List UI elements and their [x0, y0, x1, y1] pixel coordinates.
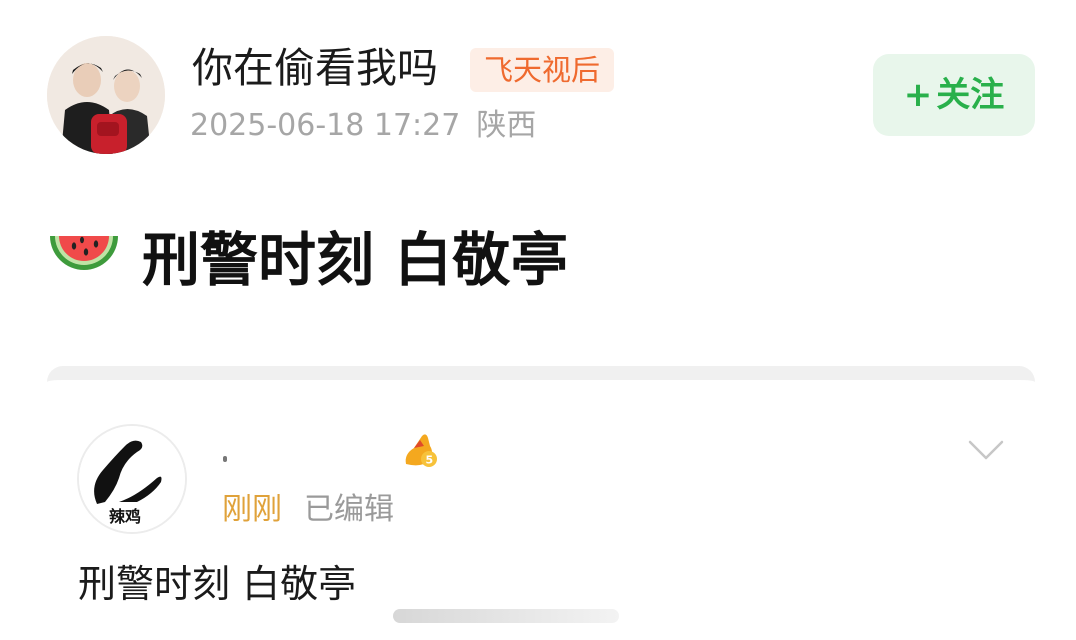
avatar-label: 辣鸡	[109, 507, 141, 526]
post-content: 刑警时刻 白敬亭	[142, 226, 569, 294]
svg-text:5: 5	[426, 454, 434, 467]
post-meta: 2025-06-18 17:27 陕西	[190, 106, 536, 146]
post-timestamp: 2025-06-18 17:27	[190, 108, 461, 143]
avatar-chicken-drawing: 辣鸡	[79, 426, 185, 532]
avatar-photo	[47, 36, 165, 154]
quoted-content: 刑警时刻 白敬亭	[78, 562, 357, 606]
user-avatar[interactable]	[47, 36, 165, 154]
quoted-meta: 刚刚 已编辑	[222, 490, 394, 530]
level-5-badge-icon: 5	[405, 434, 437, 467]
quoted-username[interactable]	[223, 456, 227, 462]
plus-icon: +	[903, 75, 933, 115]
quoted-user-avatar[interactable]: 辣鸡	[77, 424, 187, 534]
title-badge: 飞天视后	[470, 48, 615, 92]
weibo-post-page: 你在偷看我吗 飞天视后 2025-06-18 17:27 陕西 + 关注 刑警时刻 …	[0, 0, 1076, 640]
edited-label[interactable]: 已编辑	[304, 492, 394, 527]
chevron-down-icon[interactable]	[966, 434, 1006, 464]
post-location: 陕西	[476, 108, 537, 143]
follow-label: 关注	[936, 75, 1005, 115]
follow-button[interactable]: + 关注	[873, 54, 1035, 136]
username[interactable]: 你在偷看我吗	[192, 42, 438, 94]
quoted-time: 刚刚	[222, 492, 282, 527]
scroll-indicator	[393, 609, 619, 623]
watermelon-icon	[50, 236, 118, 270]
